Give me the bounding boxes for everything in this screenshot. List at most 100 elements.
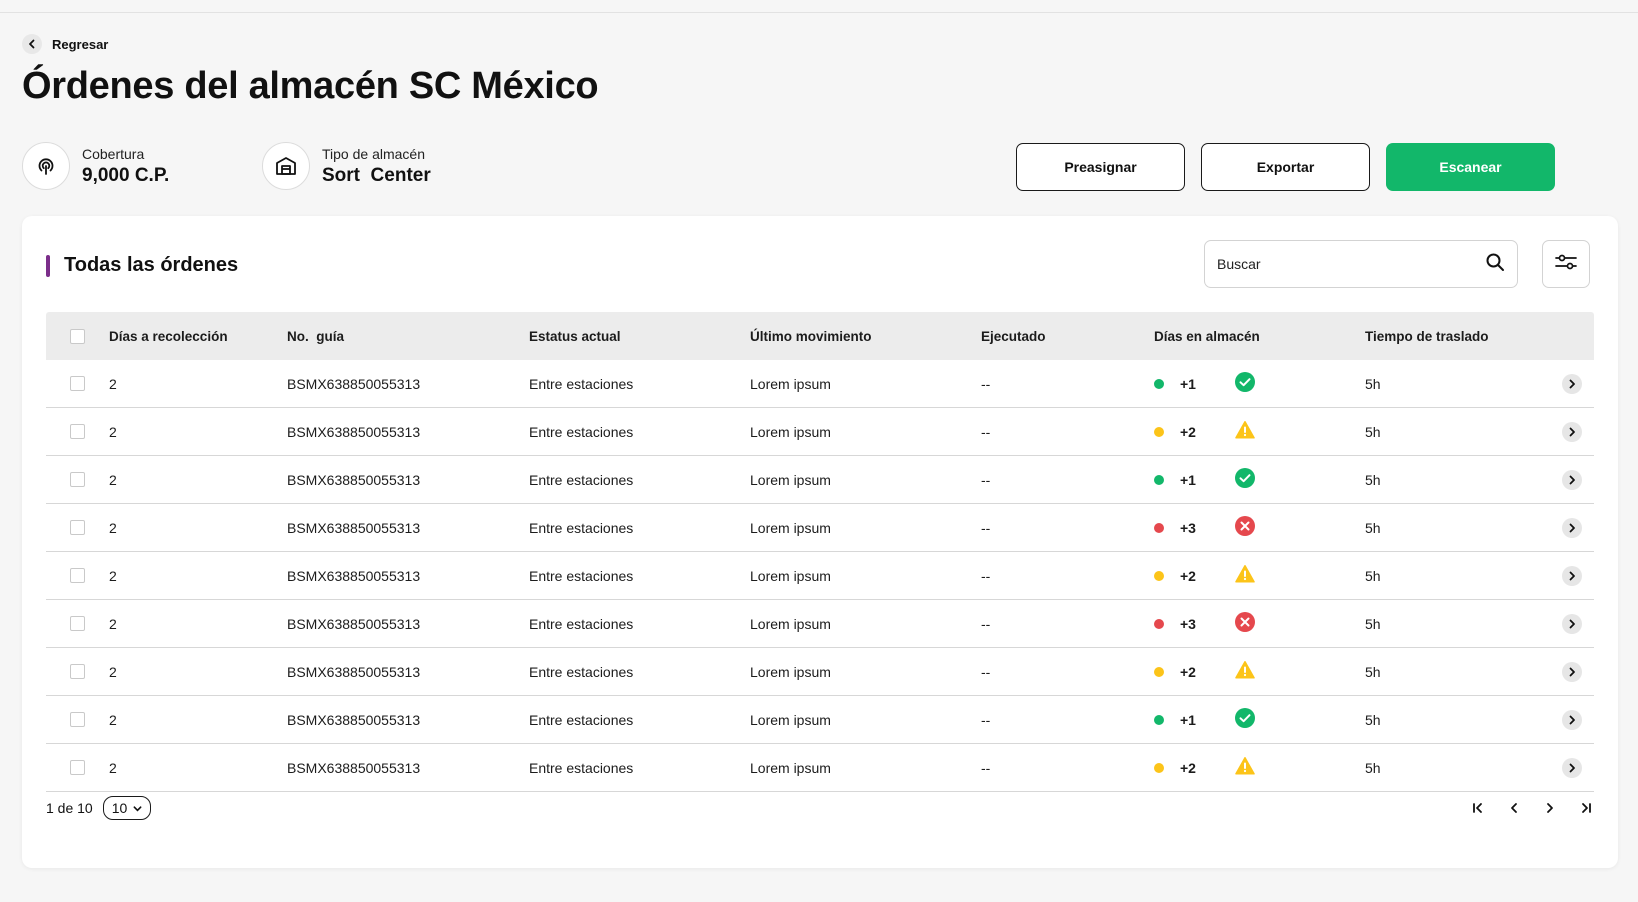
chevron-right-icon[interactable] bbox=[1561, 661, 1582, 682]
days-warehouse-value: +2 bbox=[1180, 567, 1196, 584]
chevron-right-icon[interactable] bbox=[1561, 469, 1582, 490]
table-header: Días a recolección No. guía Estatus actu… bbox=[46, 312, 1594, 360]
cell-days-warehouse: +2 bbox=[1154, 660, 1365, 683]
orders-card: Todas las órdenes Días a recolección No.… bbox=[22, 216, 1618, 868]
cell-executed: -- bbox=[981, 663, 991, 680]
row-checkbox[interactable] bbox=[70, 616, 85, 631]
cell-status: Entre estaciones bbox=[529, 471, 634, 488]
page-info: 1 de 10 10 bbox=[46, 796, 152, 820]
table-row[interactable]: 2 BSMX638850055313 Entre estaciones Lorem i… bbox=[46, 600, 1594, 648]
column-header: Estatus actual bbox=[529, 328, 621, 344]
check-circle-icon bbox=[1235, 708, 1255, 731]
cell-executed: -- bbox=[981, 759, 991, 776]
cell-executed: -- bbox=[981, 471, 991, 488]
table-row[interactable]: 2 BSMX638850055313 Entre estaciones Lorem i… bbox=[46, 648, 1594, 696]
table-row[interactable]: 2 BSMX638850055313 Entre estaciones Lorem i… bbox=[46, 456, 1594, 504]
cell-transfer-time: 5h bbox=[1365, 375, 1381, 392]
cell-days-pickup: 2 bbox=[109, 519, 117, 536]
sliders-icon bbox=[1554, 250, 1578, 279]
table-row[interactable]: 2 BSMX638850055313 Entre estaciones Lorem i… bbox=[46, 408, 1594, 456]
top-divider bbox=[0, 12, 1638, 13]
cell-executed: -- bbox=[981, 567, 991, 584]
chevron-right-icon[interactable] bbox=[1561, 613, 1582, 634]
previous-page-icon[interactable] bbox=[1506, 800, 1522, 816]
chevron-down-icon bbox=[133, 800, 142, 816]
select-all-checkbox[interactable] bbox=[70, 328, 85, 344]
cell-days-warehouse: +1 bbox=[1154, 372, 1365, 395]
cell-last-movement: Lorem ipsum bbox=[750, 759, 831, 776]
x-circle-icon bbox=[1235, 516, 1255, 539]
last-page-icon[interactable] bbox=[1578, 800, 1594, 816]
chevron-right-icon[interactable] bbox=[1561, 565, 1582, 586]
row-checkbox[interactable] bbox=[70, 664, 85, 679]
status-dot bbox=[1154, 426, 1164, 437]
row-checkbox[interactable] bbox=[70, 472, 85, 487]
warning-icon bbox=[1235, 564, 1255, 587]
table-row[interactable]: 2 BSMX638850055313 Entre estaciones Lorem i… bbox=[46, 504, 1594, 552]
cell-days-pickup: 2 bbox=[109, 375, 117, 392]
cell-status: Entre estaciones bbox=[529, 615, 634, 632]
table-row[interactable]: 2 BSMX638850055313 Entre estaciones Lorem i… bbox=[46, 552, 1594, 600]
first-page-icon[interactable] bbox=[1470, 800, 1486, 816]
export-button[interactable]: Exportar bbox=[1201, 143, 1370, 191]
days-warehouse-value: +1 bbox=[1180, 471, 1196, 488]
signal-icon bbox=[22, 142, 70, 190]
cell-transfer-time: 5h bbox=[1365, 711, 1381, 728]
table-row[interactable]: 2 BSMX638850055313 Entre estaciones Lorem i… bbox=[46, 744, 1594, 792]
coverage-info: Cobertura 9,000 C.P. bbox=[22, 142, 169, 190]
check-circle-icon bbox=[1235, 468, 1255, 491]
filter-button[interactable] bbox=[1542, 240, 1590, 288]
cell-guide: BSMX638850055313 bbox=[287, 471, 421, 488]
pagination-controls bbox=[1470, 800, 1594, 816]
next-page-icon[interactable] bbox=[1542, 800, 1558, 816]
coverage-label: Cobertura bbox=[82, 145, 145, 162]
cell-status: Entre estaciones bbox=[529, 423, 634, 440]
status-dot bbox=[1154, 714, 1164, 725]
warning-icon bbox=[1235, 756, 1255, 779]
cell-guide: BSMX638850055313 bbox=[287, 711, 421, 728]
chevron-right-icon[interactable] bbox=[1561, 517, 1582, 538]
cell-status: Entre estaciones bbox=[529, 519, 634, 536]
table-row[interactable]: 2 BSMX638850055313 Entre estaciones Lorem i… bbox=[46, 696, 1594, 744]
cell-status: Entre estaciones bbox=[529, 567, 634, 584]
cell-days-pickup: 2 bbox=[109, 759, 117, 776]
days-warehouse-value: +1 bbox=[1180, 375, 1196, 392]
page-size-select[interactable]: 10 bbox=[102, 796, 152, 820]
row-checkbox[interactable] bbox=[70, 520, 85, 535]
back-link[interactable]: Regresar bbox=[22, 34, 108, 54]
cell-transfer-time: 5h bbox=[1365, 615, 1381, 632]
status-dot bbox=[1154, 618, 1164, 629]
cell-last-movement: Lorem ipsum bbox=[750, 663, 831, 680]
preassign-button[interactable]: Preasignar bbox=[1016, 143, 1185, 191]
warning-icon bbox=[1235, 660, 1255, 683]
chevron-right-icon[interactable] bbox=[1561, 757, 1582, 778]
cell-executed: -- bbox=[981, 711, 991, 728]
page-title: Órdenes del almacén SC México bbox=[22, 65, 599, 107]
cell-last-movement: Lorem ipsum bbox=[750, 471, 831, 488]
cell-days-warehouse: +1 bbox=[1154, 468, 1365, 491]
search-icon[interactable] bbox=[1485, 252, 1505, 277]
scan-button[interactable]: Escanear bbox=[1386, 143, 1555, 191]
cell-executed: -- bbox=[981, 423, 991, 440]
search-input[interactable] bbox=[1217, 256, 1485, 272]
row-checkbox[interactable] bbox=[70, 424, 85, 439]
row-checkbox[interactable] bbox=[70, 712, 85, 727]
cell-days-pickup: 2 bbox=[109, 423, 117, 440]
chevron-right-icon[interactable] bbox=[1561, 421, 1582, 442]
cell-status: Entre estaciones bbox=[529, 711, 634, 728]
cell-days-warehouse: +3 bbox=[1154, 516, 1365, 539]
cell-guide: BSMX638850055313 bbox=[287, 423, 421, 440]
row-checkbox[interactable] bbox=[70, 568, 85, 583]
days-warehouse-value: +2 bbox=[1180, 423, 1196, 440]
status-dot bbox=[1154, 522, 1164, 533]
chevron-right-icon[interactable] bbox=[1561, 373, 1582, 394]
chevron-right-icon[interactable] bbox=[1561, 709, 1582, 730]
table-row[interactable]: 2 BSMX638850055313 Entre estaciones Lorem i… bbox=[46, 360, 1594, 408]
cell-status: Entre estaciones bbox=[529, 663, 634, 680]
cell-last-movement: Lorem ipsum bbox=[750, 711, 831, 728]
row-checkbox[interactable] bbox=[70, 376, 85, 391]
column-header: Días a recolección bbox=[109, 328, 228, 344]
column-header: No. guía bbox=[287, 328, 344, 344]
row-checkbox[interactable] bbox=[70, 760, 85, 775]
cell-days-warehouse: +3 bbox=[1154, 612, 1365, 635]
